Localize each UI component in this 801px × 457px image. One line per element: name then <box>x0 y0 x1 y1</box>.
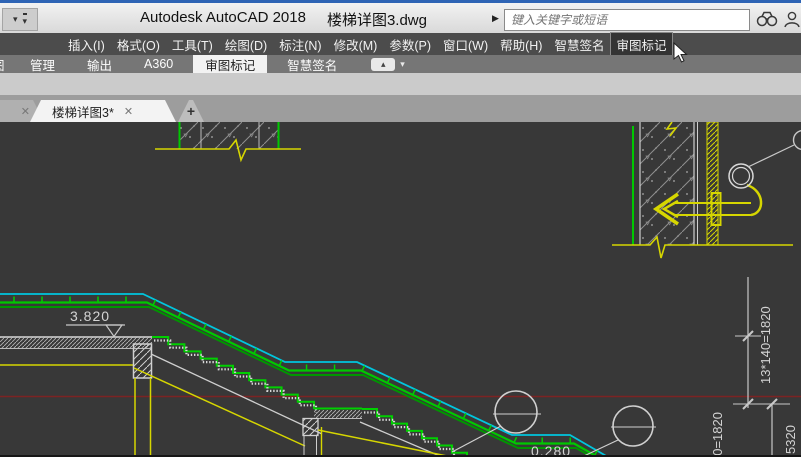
user-sign-in-icon[interactable] <box>783 10 801 29</box>
column-hatched <box>134 344 152 378</box>
quick-access-caret-icon[interactable]: ▾ <box>13 14 18 25</box>
ribbon-collapse-button[interactable]: ▴ ▾ <box>371 58 405 71</box>
file-tab-active[interactable]: 楼梯详图3* ✕ <box>30 100 176 122</box>
file-tab-bar: ✕ 楼梯详图3* ✕ + <box>0 95 801 122</box>
level-triangle-icon <box>106 325 122 337</box>
menu-format[interactable]: 格式(O) <box>111 32 166 57</box>
column-hatched <box>303 419 318 436</box>
help-search-box[interactable] <box>504 9 750 31</box>
elevation-value: 3.820 <box>70 308 110 324</box>
dimension-text-total: 5320 <box>783 425 798 454</box>
menu-tools[interactable]: 工具(T) <box>166 32 219 57</box>
quick-access-customize-icon[interactable]: ▾ <box>23 13 28 27</box>
mouse-cursor <box>672 42 688 64</box>
menu-help[interactable]: 帮助(H) <box>494 32 548 57</box>
detail-callout-bubble-partial <box>794 131 801 150</box>
ribbon-tab-output[interactable]: 输出 <box>75 55 124 73</box>
new-tab-button[interactable]: + <box>178 100 204 122</box>
elevation-value-lower: 0.280 <box>531 443 571 457</box>
ribbon-collapse-caret-icon[interactable]: ▾ <box>400 59 405 70</box>
elevation-marker-upper: 3.820 <box>66 308 125 337</box>
plus-icon: + <box>187 103 195 119</box>
menu-dimension[interactable]: 标注(N) <box>273 32 327 57</box>
menu-insert[interactable]: 插入(I) <box>62 32 111 57</box>
stair-flight-upper <box>134 337 322 446</box>
close-icon[interactable]: ✕ <box>124 105 133 118</box>
window-title: Autodesk AutoCAD 2018 楼梯详图3.dwg <box>140 9 427 30</box>
app-title: Autodesk AutoCAD 2018 <box>140 9 306 30</box>
menu-modify[interactable]: 修改(M) <box>328 32 384 57</box>
ribbon-tab-partial[interactable]: 图 <box>0 55 10 73</box>
stair-detail-drawing: 3.820 0.280 <box>0 122 801 457</box>
document-title: 楼梯详图3.dwg <box>327 9 427 30</box>
ribbon-tab-smart-sign[interactable]: 智慧签名 <box>275 55 349 73</box>
close-icon[interactable]: ✕ <box>21 105 30 118</box>
dimension-text-flight: 13*140=1820 <box>758 306 773 384</box>
ribbon-tab-a360[interactable]: A360 <box>132 56 185 72</box>
wall-section-handrail-detail <box>612 122 801 258</box>
search-expand-icon[interactable]: ▶ <box>492 13 499 24</box>
floor-break-line <box>612 237 793 258</box>
ribbon-collapsed-area <box>0 73 801 95</box>
search-binoculars-icon[interactable] <box>755 10 779 28</box>
menu-smart-sign[interactable]: 智慧签名 <box>548 32 610 57</box>
ribbon-tab-review-mark[interactable]: 审图标记 <box>193 55 267 73</box>
quick-access-toolbar[interactable]: ▾ ▾ <box>2 8 38 31</box>
menu-parametric[interactable]: 参数(P) <box>383 32 437 57</box>
ribbon-collapse-icon[interactable]: ▴ <box>371 58 395 71</box>
leader-line <box>748 145 794 167</box>
file-tab-label: 楼梯详图3* <box>52 102 114 121</box>
drawing-canvas[interactable]: 3.820 0.280 <box>0 122 801 457</box>
menu-review-mark[interactable]: 审图标记 <box>610 32 672 57</box>
dimension-text-flight-partial: 40=1820 <box>710 412 725 457</box>
search-input[interactable] <box>505 10 749 30</box>
ribbon-tab-manage[interactable]: 管理 <box>18 55 67 73</box>
menu-draw[interactable]: 绘图(D) <box>219 32 273 57</box>
menu-window[interactable]: 窗口(W) <box>437 32 494 57</box>
title-bar: ▾ ▾ Autodesk AutoCAD 2018 楼梯详图3.dwg ▶ <box>0 3 801 33</box>
wall-section-top-left <box>155 122 301 160</box>
